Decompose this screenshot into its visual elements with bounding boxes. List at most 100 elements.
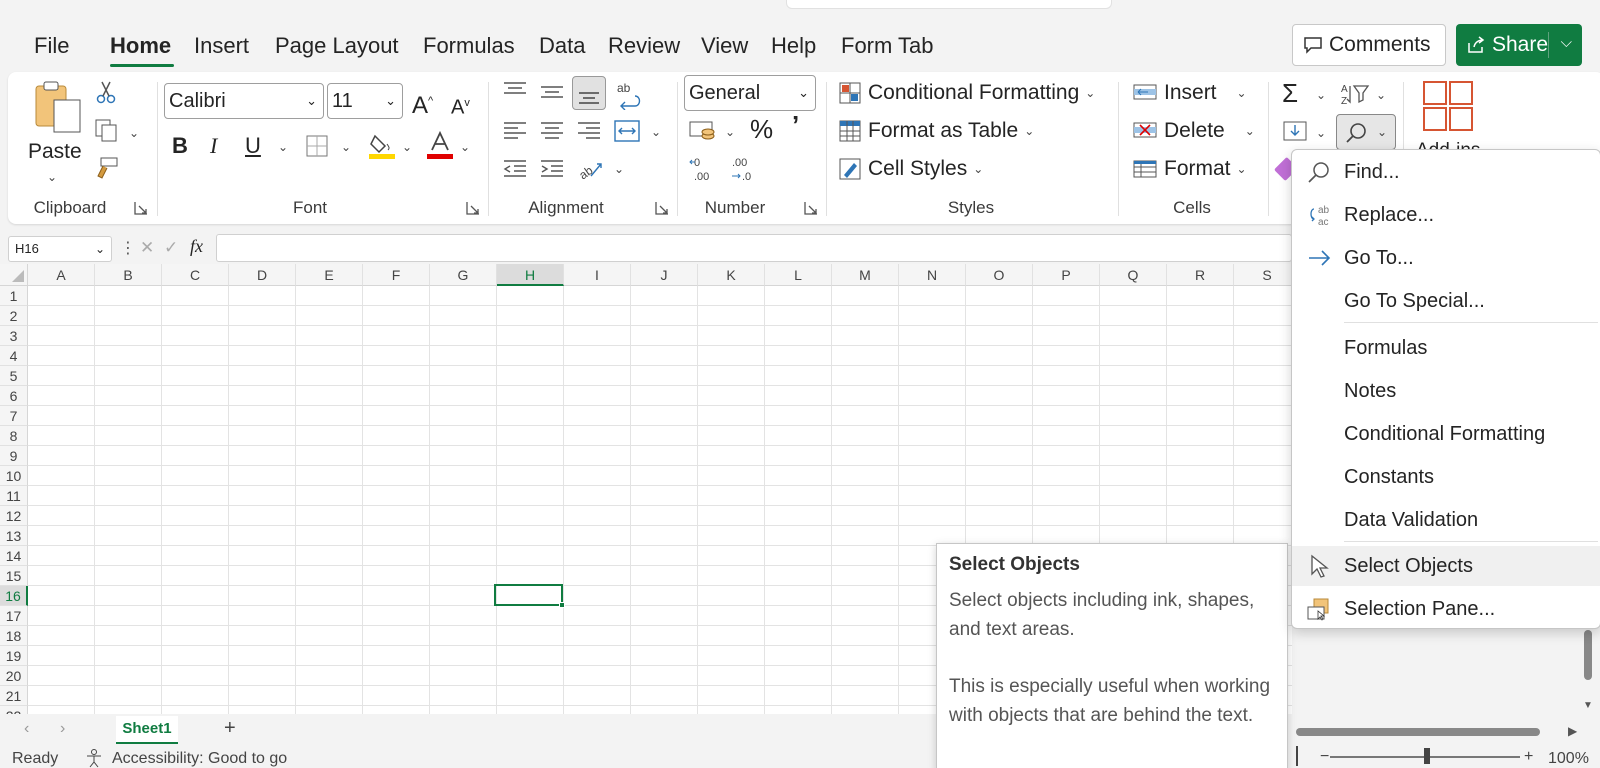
row-header-8[interactable]: 8 — [0, 426, 28, 446]
align-middle-icon[interactable] — [539, 82, 565, 102]
find-select-button[interactable]: ⌄ — [1336, 114, 1396, 150]
row-header-14[interactable]: 14 — [0, 546, 28, 566]
scroll-right-arrow-icon[interactable]: ▶ — [1568, 724, 1577, 738]
row-header-7[interactable]: 7 — [0, 406, 28, 426]
column-header-p[interactable]: P — [1033, 264, 1100, 286]
zoom-out-icon[interactable]: − — [1320, 748, 1329, 766]
tab-review[interactable]: Review — [608, 30, 680, 62]
tab-help[interactable]: Help — [771, 30, 816, 62]
align-left-icon[interactable] — [502, 120, 528, 142]
menu-item-select-objects[interactable]: Select Objects — [1292, 546, 1600, 586]
tab-view[interactable]: View — [701, 30, 748, 62]
row-header-10[interactable]: 10 — [0, 466, 28, 486]
number-launcher-icon[interactable] — [803, 200, 819, 216]
column-header-s[interactable]: S — [1234, 264, 1292, 286]
menu-item-find[interactable]: Find... — [1292, 152, 1600, 192]
format-as-table-button[interactable]: Format as Table ⌄ — [838, 118, 1034, 144]
row-header-13[interactable]: 13 — [0, 526, 28, 546]
copy-icon[interactable] — [94, 118, 120, 144]
cut-icon[interactable] — [95, 80, 117, 104]
tab-data[interactable]: Data — [539, 30, 585, 62]
row-header-4[interactable]: 4 — [0, 346, 28, 366]
column-header-q[interactable]: Q — [1100, 264, 1167, 286]
font-color-icon[interactable] — [425, 130, 455, 160]
row-header-11[interactable]: 11 — [0, 486, 28, 506]
scroll-right-icon[interactable]: › — [60, 720, 65, 738]
row-header-16[interactable]: 16 — [0, 586, 28, 606]
formula-input[interactable] — [216, 234, 1292, 262]
add-ins-icon[interactable] — [1422, 80, 1474, 132]
fill-color-icon[interactable] — [367, 130, 397, 160]
name-box[interactable]: H16 ⌄ — [8, 236, 112, 262]
fill-handle[interactable] — [559, 602, 565, 608]
row-header-21[interactable]: 21 — [0, 686, 28, 706]
number-format-select[interactable]: General ⌄ — [684, 75, 816, 111]
copy-chevron-icon[interactable]: ⌄ — [129, 126, 139, 140]
row-header-17[interactable]: 17 — [0, 606, 28, 626]
menu-item-replace[interactable]: ab ac Replace... — [1292, 195, 1600, 235]
sheet-tab-sheet1[interactable]: Sheet1 — [116, 716, 178, 744]
autosum-icon[interactable]: Σ — [1282, 80, 1298, 106]
title-search-box[interactable] — [786, 0, 1112, 9]
insert-cells-button[interactable]: Insert ⌄ — [1132, 80, 1247, 106]
column-header-i[interactable]: I — [564, 264, 631, 286]
column-header-l[interactable]: L — [765, 264, 832, 286]
decrease-indent-icon[interactable] — [502, 158, 528, 180]
underline-chevron-icon[interactable]: ⌄ — [278, 140, 288, 154]
font-name-select[interactable]: Calibri ⌄ — [164, 83, 324, 119]
menu-item-data-validation[interactable]: Data Validation — [1292, 500, 1600, 540]
orientation-chevron-icon[interactable]: ⌄ — [614, 162, 624, 176]
row-header-18[interactable]: 18 — [0, 626, 28, 646]
merge-chevron-icon[interactable]: ⌄ — [651, 125, 661, 139]
tab-insert[interactable]: Insert — [194, 30, 249, 62]
increase-font-size-icon[interactable]: A^ — [412, 88, 433, 119]
tab-formulas[interactable]: Formulas — [423, 30, 515, 62]
align-right-icon[interactable] — [576, 120, 602, 142]
accounting-format-icon[interactable] — [688, 118, 718, 144]
menu-item-conditional-formatting[interactable]: Conditional Formatting — [1292, 414, 1600, 454]
zoom-slider-thumb[interactable] — [1424, 748, 1430, 764]
font-launcher-icon[interactable] — [465, 200, 481, 216]
paste-icon[interactable] — [30, 80, 86, 136]
bold-button[interactable]: B — [172, 133, 188, 159]
add-sheet-button[interactable]: + — [224, 717, 236, 740]
row-header-22[interactable]: 22 — [0, 706, 28, 714]
vertical-scrollbar[interactable] — [1584, 630, 1592, 680]
percent-style-button[interactable]: % — [750, 116, 773, 142]
share-button[interactable]: Share ⌵ — [1456, 24, 1582, 66]
increase-decimal-icon[interactable]: 0.00 — [688, 154, 718, 184]
accessibility-status[interactable]: Accessibility: Good to go — [112, 750, 287, 768]
cell-styles-button[interactable]: Cell Styles ⌄ — [838, 156, 983, 182]
row-header-9[interactable]: 9 — [0, 446, 28, 466]
align-top-icon[interactable] — [502, 80, 528, 100]
zoom-level[interactable]: 100% — [1548, 750, 1589, 768]
row-header-19[interactable]: 19 — [0, 646, 28, 666]
wrap-text-icon[interactable]: ab — [615, 80, 643, 110]
page-view-icon[interactable] — [1296, 746, 1300, 766]
row-header-20[interactable]: 20 — [0, 666, 28, 686]
column-header-c[interactable]: C — [162, 264, 229, 286]
sort-filter-chevron-icon[interactable]: ⌄ — [1376, 88, 1386, 102]
fill-color-chevron-icon[interactable]: ⌄ — [402, 140, 412, 154]
conditional-formatting-button[interactable]: Conditional Formatting ⌄ — [838, 80, 1095, 106]
row-header-12[interactable]: 12 — [0, 506, 28, 526]
format-cells-button[interactable]: Format ⌄ — [1132, 156, 1247, 182]
scroll-left-icon[interactable]: ‹ — [24, 720, 29, 738]
delete-cells-button[interactable]: Delete ⌄ — [1132, 118, 1255, 144]
row-header-5[interactable]: 5 — [0, 366, 28, 386]
italic-button[interactable]: I — [210, 133, 217, 159]
borders-icon[interactable] — [305, 134, 329, 158]
column-header-e[interactable]: E — [296, 264, 363, 286]
font-size-select[interactable]: 11 ⌄ — [327, 83, 403, 119]
row-header-1[interactable]: 1 — [0, 286, 28, 306]
horizontal-scrollbar[interactable] — [1296, 728, 1540, 736]
column-header-k[interactable]: K — [698, 264, 765, 286]
fill-down-icon[interactable] — [1282, 120, 1308, 142]
column-header-h[interactable]: H — [497, 264, 564, 286]
column-header-r[interactable]: R — [1167, 264, 1234, 286]
menu-item-selection-pane[interactable]: Selection Pane... — [1292, 589, 1600, 629]
font-color-chevron-icon[interactable]: ⌄ — [460, 140, 470, 154]
row-header-15[interactable]: 15 — [0, 566, 28, 586]
merge-center-icon[interactable] — [613, 118, 641, 144]
borders-chevron-icon[interactable]: ⌄ — [341, 140, 351, 154]
